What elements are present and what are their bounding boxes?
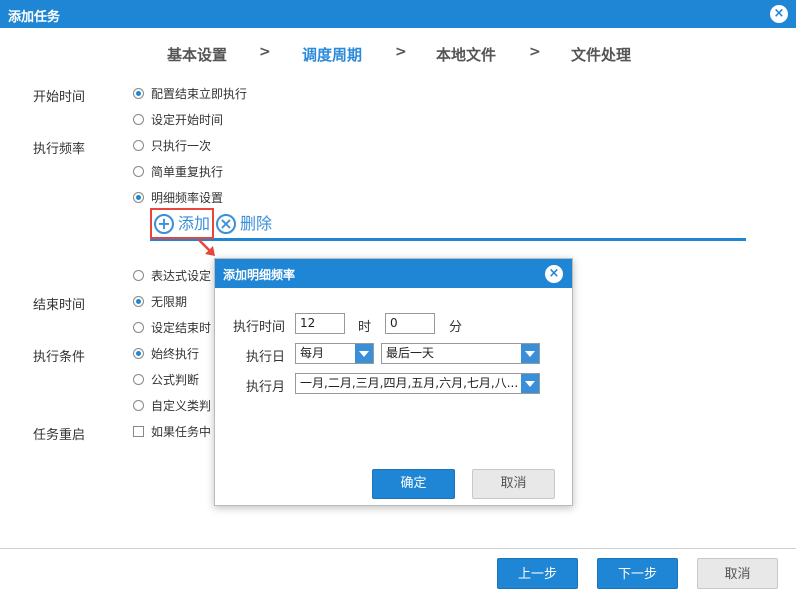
radio-icon[interactable] (133, 192, 144, 203)
step-arrow: > (395, 44, 407, 60)
close-icon[interactable]: × (770, 5, 788, 23)
close-icon[interactable]: × (545, 265, 563, 283)
day-value-select[interactable]: 最后一天 (381, 343, 540, 364)
delete-label: 删除 (240, 214, 273, 233)
confirm-button[interactable]: 确定 (372, 469, 455, 499)
step-arrow: > (529, 44, 541, 60)
exec-month-label: 执行月 (246, 380, 286, 395)
radio-icon[interactable] (133, 374, 144, 385)
restart-label: 任务重启 (33, 428, 86, 443)
exec-day-label: 执行日 (246, 350, 286, 365)
checkbox-icon[interactable] (133, 426, 144, 437)
end-time-label: 结束时间 (33, 298, 86, 313)
radio-icon[interactable] (133, 322, 144, 333)
annotation-highlight-box (150, 208, 214, 239)
day-value: 最后一天 (386, 346, 435, 360)
radio-icon[interactable] (133, 114, 144, 125)
condition-label: 执行条件 (33, 350, 86, 365)
radio-icon[interactable] (133, 88, 144, 99)
radio-icon[interactable] (133, 400, 144, 411)
start-time-label: 开始时间 (33, 90, 86, 105)
chevron-down-icon[interactable] (521, 374, 539, 393)
delete-button[interactable]: × 删除 (216, 212, 274, 238)
step-basic-settings[interactable]: 基本设置 (167, 44, 227, 65)
chevron-down-icon[interactable] (355, 344, 373, 363)
radio-label: 表达式设定 (151, 269, 212, 283)
detail-frequency-toolbar: + 添加 × 删除 (150, 208, 750, 241)
window-titlebar: 添加任务 × (0, 0, 796, 28)
wizard-steps: 基本设置 > 调度周期 > 本地文件 > 文件处理 (0, 44, 796, 64)
dialog-cancel-button[interactable]: 取消 (472, 469, 555, 499)
exec-time-label: 执行时间 (233, 320, 286, 335)
radio-label: 设定结束时 (151, 321, 212, 335)
checkbox-label: 如果任务中 (151, 425, 212, 439)
radio-icon[interactable] (133, 348, 144, 359)
day-period-select[interactable]: 每月 (295, 343, 374, 364)
radio-label: 始终执行 (151, 347, 200, 361)
chevron-down-icon[interactable] (521, 344, 539, 363)
radio-icon[interactable] (133, 166, 144, 177)
radio-label: 公式判断 (151, 373, 200, 387)
x-circle-icon: × (216, 214, 236, 234)
radio-icon[interactable] (133, 140, 144, 151)
dialog-titlebar: 添加明细频率 × (215, 259, 572, 288)
hour-input[interactable]: 12 (295, 313, 345, 334)
month-select[interactable]: 一月,二月,三月,四月,五月,六月,七月,八... (295, 373, 540, 394)
add-detail-frequency-dialog: 添加明细频率 × 执行时间 12 时 0 分 执行日 每月 最后一天 执行月 一… (214, 258, 573, 506)
step-local-file[interactable]: 本地文件 (436, 44, 496, 65)
footer-divider (0, 548, 796, 549)
minute-unit: 分 (449, 320, 463, 335)
radio-label: 设定开始时间 (151, 113, 224, 127)
step-arrow: > (259, 44, 271, 60)
minute-input[interactable]: 0 (385, 313, 435, 334)
hour-unit: 时 (358, 320, 372, 335)
step-schedule[interactable]: 调度周期 (302, 44, 362, 65)
radio-label: 只执行一次 (151, 139, 212, 153)
radio-label: 自定义类判 (151, 399, 212, 413)
radio-icon[interactable] (133, 296, 144, 307)
frequency-label: 执行频率 (33, 142, 86, 157)
cancel-button[interactable]: 取消 (697, 558, 778, 589)
radio-label: 无限期 (151, 295, 188, 309)
radio-icon[interactable] (133, 270, 144, 281)
next-step-button[interactable]: 下一步 (597, 558, 678, 589)
radio-label: 简单重复执行 (151, 165, 224, 179)
window-title: 添加任务 (8, 10, 61, 25)
month-value: 一月,二月,三月,四月,五月,六月,七月,八... (300, 376, 519, 390)
prev-step-button[interactable]: 上一步 (497, 558, 578, 589)
step-file-processing[interactable]: 文件处理 (571, 44, 631, 65)
radio-label: 明细频率设置 (151, 191, 224, 205)
day-period-value: 每月 (300, 346, 325, 360)
radio-label: 配置结束立即执行 (151, 87, 248, 101)
toolbar-divider (150, 238, 746, 241)
dialog-title: 添加明细频率 (223, 268, 296, 282)
